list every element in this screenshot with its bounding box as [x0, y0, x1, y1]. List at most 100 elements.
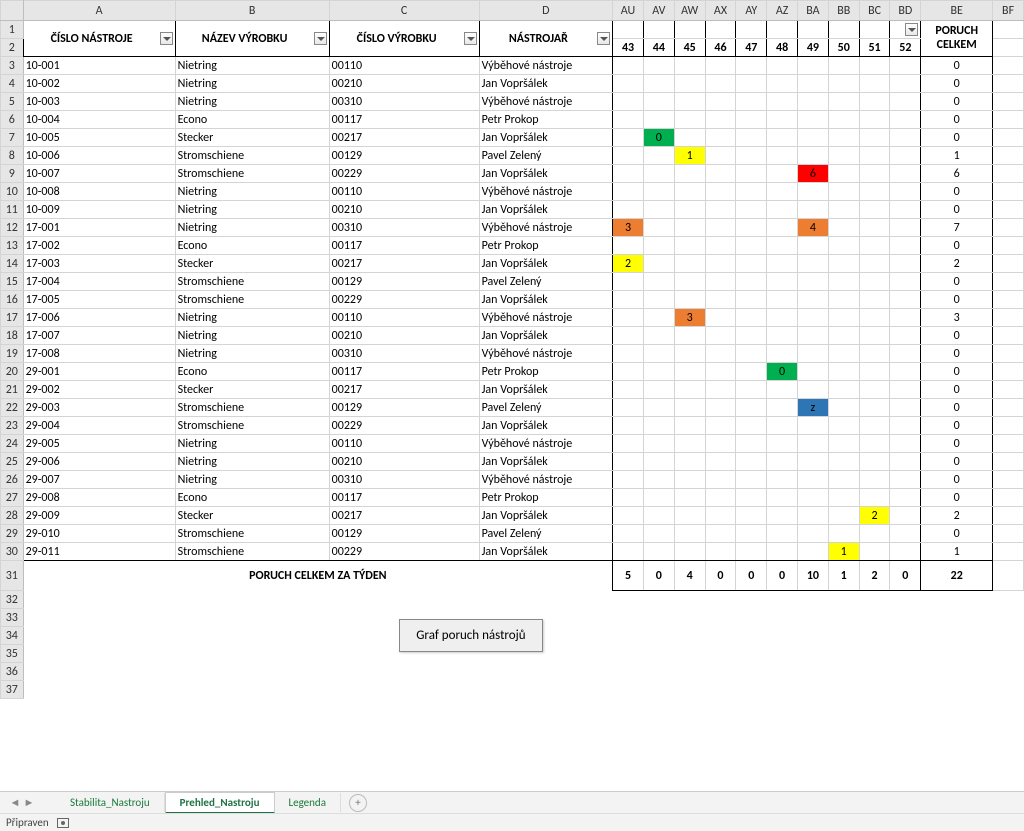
spreadsheet-grid[interactable]: A B C D AU AV AW AX AY AZ BA BB BC BD BE… — [0, 0, 1024, 699]
cell-product-number[interactable]: 00310 — [329, 345, 479, 363]
cell-week-47[interactable] — [736, 237, 767, 255]
cell-product-name[interactable]: Stecker — [175, 255, 329, 273]
cell-tool-number[interactable]: 29-011 — [23, 543, 175, 561]
cell-week-50[interactable] — [828, 417, 859, 435]
cell-week-51[interactable] — [859, 237, 890, 255]
cell-week-50[interactable]: 1 — [828, 543, 859, 561]
cell-tool-number[interactable]: 10-002 — [23, 75, 175, 93]
cell-week-52[interactable] — [890, 75, 921, 93]
week-45[interactable]: 45 — [674, 39, 705, 57]
cell-week-47[interactable] — [736, 273, 767, 291]
cell-week-46[interactable] — [705, 219, 736, 237]
cell-week-44[interactable] — [643, 75, 674, 93]
cell-week-46[interactable] — [705, 327, 736, 345]
cell-toolmaker[interactable]: Petr Prokop — [479, 111, 613, 129]
cell-week-49[interactable] — [798, 345, 829, 363]
cell-week-46[interactable] — [705, 381, 736, 399]
row-3[interactable]: 3 — [1, 57, 24, 75]
cell-week-46[interactable] — [705, 93, 736, 111]
cell-product-number[interactable]: 00217 — [329, 381, 479, 399]
cell-product-name[interactable]: Nietring — [175, 453, 329, 471]
cell-week-51[interactable] — [859, 327, 890, 345]
tab-next-icon[interactable]: ► — [22, 796, 36, 809]
cell-week-51[interactable] — [859, 165, 890, 183]
cell-week-46[interactable] — [705, 399, 736, 417]
cell-row-total[interactable]: 0 — [921, 345, 993, 363]
cell-week-51[interactable] — [859, 129, 890, 147]
cell-toolmaker[interactable]: Jan Vopršálek — [479, 201, 613, 219]
cell-product-number[interactable]: 00210 — [329, 453, 479, 471]
cell-product-name[interactable]: Stromschiene — [175, 525, 329, 543]
cell-week-49[interactable] — [798, 57, 829, 75]
cell-week-43[interactable] — [613, 417, 644, 435]
cell-week-45[interactable] — [674, 291, 705, 309]
cell-row-total[interactable]: 0 — [921, 57, 993, 75]
cell-toolmaker[interactable]: Jan Vopršálek — [479, 255, 613, 273]
cell-week-43[interactable] — [613, 93, 644, 111]
row-20[interactable]: 20 — [1, 363, 24, 381]
cell-week-50[interactable] — [828, 381, 859, 399]
cell-tool-number[interactable]: 10-004 — [23, 111, 175, 129]
cell-row-total[interactable]: 0 — [921, 201, 993, 219]
cell-week-46[interactable] — [705, 237, 736, 255]
cell-tool-number[interactable]: 29-007 — [23, 471, 175, 489]
cell-row-total[interactable]: 0 — [921, 75, 993, 93]
cell-week-48[interactable] — [767, 57, 798, 75]
filter-icon[interactable] — [160, 32, 173, 45]
col-C[interactable]: C — [329, 1, 479, 21]
cell-week-43[interactable] — [613, 525, 644, 543]
cell-week-52[interactable] — [890, 507, 921, 525]
cell-row-total[interactable]: 0 — [921, 327, 993, 345]
cell-product-number[interactable]: 00129 — [329, 273, 479, 291]
cell-week-46[interactable] — [705, 453, 736, 471]
cell-week-44[interactable] — [643, 57, 674, 75]
cell-toolmaker[interactable]: Jan Vopršálek — [479, 165, 613, 183]
cell-product-name[interactable]: Stromschiene — [175, 273, 329, 291]
cell-week-52[interactable] — [890, 165, 921, 183]
cell-week-43[interactable] — [613, 111, 644, 129]
cell-week-50[interactable] — [828, 165, 859, 183]
cell-toolmaker[interactable]: Výběhové nástroje — [479, 219, 613, 237]
cell-product-name[interactable]: Nietring — [175, 327, 329, 345]
cell-tool-number[interactable]: 17-002 — [23, 237, 175, 255]
cell-week-50[interactable] — [828, 183, 859, 201]
cell-week-45[interactable] — [674, 399, 705, 417]
col-B[interactable]: B — [175, 1, 329, 21]
week-48[interactable]: 48 — [767, 39, 798, 57]
col-BC[interactable]: BC — [859, 1, 890, 21]
cell-toolmaker[interactable]: Jan Vopršálek — [479, 129, 613, 147]
cell-week-50[interactable] — [828, 435, 859, 453]
cell-toolmaker[interactable]: Výběhové nástroje — [479, 471, 613, 489]
row-9[interactable]: 9 — [1, 165, 24, 183]
cell-week-52[interactable] — [890, 183, 921, 201]
cell-week-49[interactable] — [798, 255, 829, 273]
cell-week-46[interactable] — [705, 165, 736, 183]
cell-row-total[interactable]: 0 — [921, 417, 993, 435]
cell-week-52[interactable] — [890, 363, 921, 381]
col-A[interactable]: A — [23, 1, 175, 21]
filter-icon[interactable] — [597, 32, 610, 45]
cell-week-48[interactable] — [767, 219, 798, 237]
cell-week-52[interactable] — [890, 273, 921, 291]
cell-week-49[interactable]: z — [798, 399, 829, 417]
cell-tool-number[interactable]: 10-009 — [23, 201, 175, 219]
cell-week-48[interactable] — [767, 273, 798, 291]
total-w52[interactable]: 0 — [890, 561, 921, 591]
cell-week-47[interactable] — [736, 129, 767, 147]
cell-week-47[interactable] — [736, 147, 767, 165]
cell-tool-number[interactable]: 29-008 — [23, 489, 175, 507]
cell-week-47[interactable] — [736, 435, 767, 453]
cell-week-43[interactable] — [613, 381, 644, 399]
cell-tool-number[interactable]: 17-005 — [23, 291, 175, 309]
cell-week-45[interactable] — [674, 111, 705, 129]
cell-week-45[interactable] — [674, 129, 705, 147]
cell-week-49[interactable] — [798, 111, 829, 129]
cell-week-44[interactable] — [643, 363, 674, 381]
cell-week-46[interactable] — [705, 525, 736, 543]
cell-week-50[interactable] — [828, 255, 859, 273]
cell-week-49[interactable] — [798, 147, 829, 165]
cell-product-name[interactable]: Nietring — [175, 201, 329, 219]
cell-week-50[interactable] — [828, 471, 859, 489]
cell-week-50[interactable] — [828, 525, 859, 543]
row-19[interactable]: 19 — [1, 345, 24, 363]
